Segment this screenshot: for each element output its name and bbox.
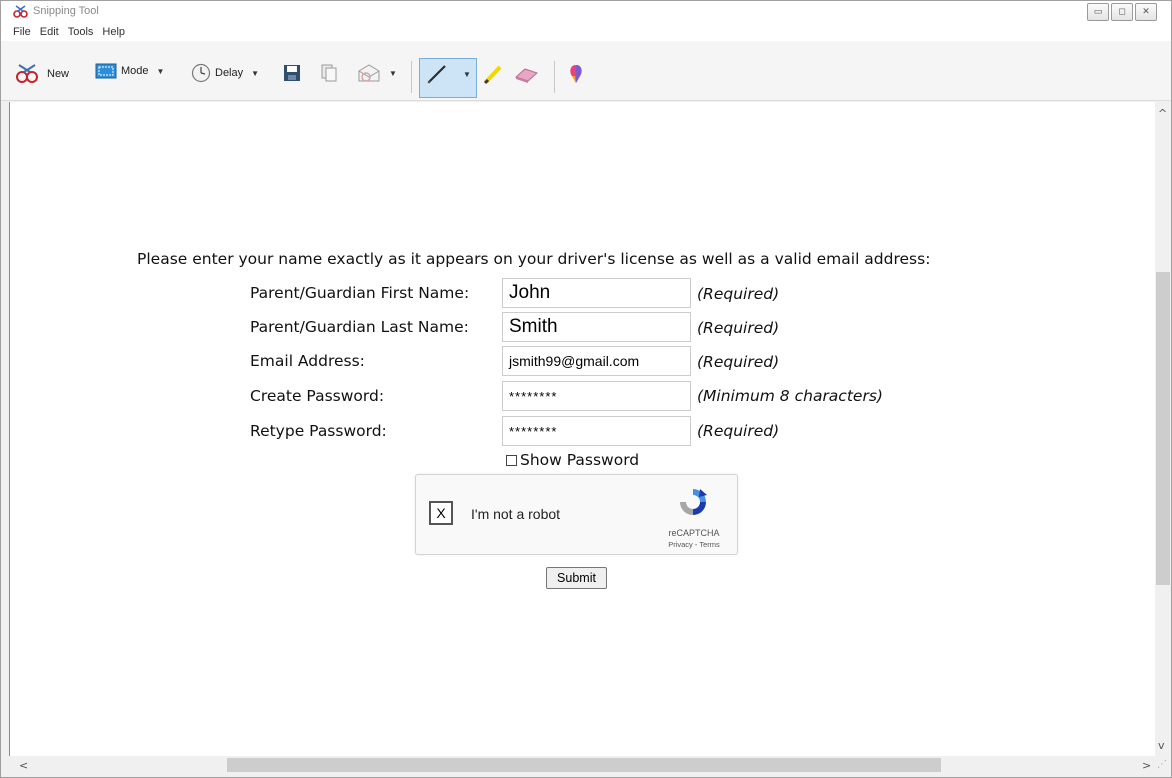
recaptcha-label: I'm not a robot — [471, 506, 561, 522]
first-name-note: (Required) — [697, 285, 780, 303]
resize-grip-icon[interactable]: ⋰ — [1157, 759, 1167, 770]
paint-3d-button[interactable] — [567, 63, 585, 85]
email-input[interactable]: jsmith99@gmail.com — [502, 346, 691, 376]
paint-drop-icon — [570, 65, 582, 83]
pen-tool[interactable]: ▼ — [425, 63, 471, 85]
toolbar — [1, 41, 1171, 101]
recaptcha-checkbox[interactable]: X — [429, 501, 453, 525]
menu-bar: File Edit Tools Help — [1, 23, 1171, 41]
envelope-icon — [358, 64, 380, 82]
scroll-down-arrow[interactable]: v — [1158, 739, 1165, 752]
show-password-toggle[interactable]: Show Password — [506, 451, 639, 469]
maximize-button[interactable]: ◻ — [1111, 3, 1133, 21]
scroll-up-arrow[interactable]: ^ — [1158, 107, 1167, 120]
show-password-checkbox[interactable] — [506, 454, 517, 466]
recaptcha-logo-icon — [680, 489, 707, 515]
minimize-button[interactable]: ▭ — [1087, 3, 1109, 21]
email-label: Email Address: — [250, 352, 365, 370]
rectangle-mode-icon — [95, 63, 117, 79]
retype-password-note: (Required) — [697, 422, 780, 440]
delay-button[interactable]: Delay ▼ — [191, 63, 259, 83]
menu-help[interactable]: Help — [102, 26, 125, 38]
horizontal-scroll-thumb[interactable] — [227, 758, 941, 772]
window-title: Snipping Tool — [33, 5, 99, 17]
new-label: New — [47, 68, 70, 80]
menu-file[interactable]: File — [13, 26, 31, 38]
eraser-button[interactable] — [513, 63, 539, 85]
toolbar-divider — [411, 61, 412, 93]
eraser-icon — [515, 68, 538, 83]
mode-button[interactable]: Mode ▼ — [95, 63, 164, 79]
window-controls: ▭ ◻ ✕ — [1087, 3, 1157, 21]
delay-dropdown-icon[interactable]: ▼ — [251, 69, 259, 78]
copy-icon — [321, 64, 337, 82]
show-password-label: Show Password — [520, 451, 640, 469]
save-button[interactable] — [282, 63, 302, 83]
snipping-tool-window: Snipping Tool ▭ ◻ ✕ File Edit Tools Help… — [0, 0, 1172, 778]
first-name-label: Parent/Guardian First Name: — [250, 284, 470, 302]
copy-button[interactable] — [319, 63, 339, 83]
submit-button[interactable]: Submit — [546, 567, 607, 589]
first-name-input[interactable]: John — [502, 278, 691, 308]
pen-icon — [427, 65, 446, 84]
vertical-scroll-thumb[interactable] — [1156, 272, 1170, 585]
title-bar: Snipping Tool ▭ ◻ ✕ — [1, 1, 1171, 23]
menu-tools[interactable]: Tools — [68, 26, 94, 38]
save-icon — [284, 65, 300, 81]
scissors-icon — [13, 5, 28, 18]
create-password-label: Create Password: — [250, 387, 385, 405]
send-dropdown-icon[interactable]: ▼ — [389, 69, 397, 78]
create-password-input[interactable]: ******** — [502, 381, 691, 411]
last-name-input[interactable]: Smith — [502, 312, 691, 342]
pen-dropdown-icon[interactable]: ▼ — [463, 70, 471, 79]
retype-password-label: Retype Password: — [250, 422, 387, 440]
highlighter-button[interactable] — [482, 63, 504, 85]
scroll-left-arrow[interactable]: < — [19, 759, 28, 772]
email-note: (Required) — [697, 353, 780, 371]
highlighter-icon — [483, 65, 502, 85]
recaptcha-brand: reCAPTCHA — [668, 528, 720, 538]
scissors-icon — [16, 64, 38, 83]
delay-label: Delay — [215, 67, 244, 79]
scroll-right-arrow[interactable]: > — [1142, 759, 1151, 772]
recaptcha-links[interactable]: Privacy - Terms — [661, 540, 727, 549]
clock-icon — [191, 63, 211, 83]
send-snip-button[interactable]: ▼ — [357, 63, 397, 83]
last-name-label: Parent/Guardian Last Name: — [250, 318, 469, 336]
create-password-note: (Minimum 8 characters) — [697, 387, 883, 405]
new-snip-button[interactable]: New — [15, 63, 69, 85]
menu-edit[interactable]: Edit — [40, 26, 59, 38]
mode-label: Mode — [121, 65, 149, 77]
retype-password-input[interactable]: ******** — [502, 416, 691, 446]
close-button[interactable]: ✕ — [1135, 3, 1157, 21]
instructions-text: Please enter your name exactly as it app… — [137, 250, 931, 268]
last-name-note: (Required) — [697, 319, 780, 337]
toolbar-divider — [554, 61, 555, 93]
mode-dropdown-icon[interactable]: ▼ — [157, 67, 165, 76]
